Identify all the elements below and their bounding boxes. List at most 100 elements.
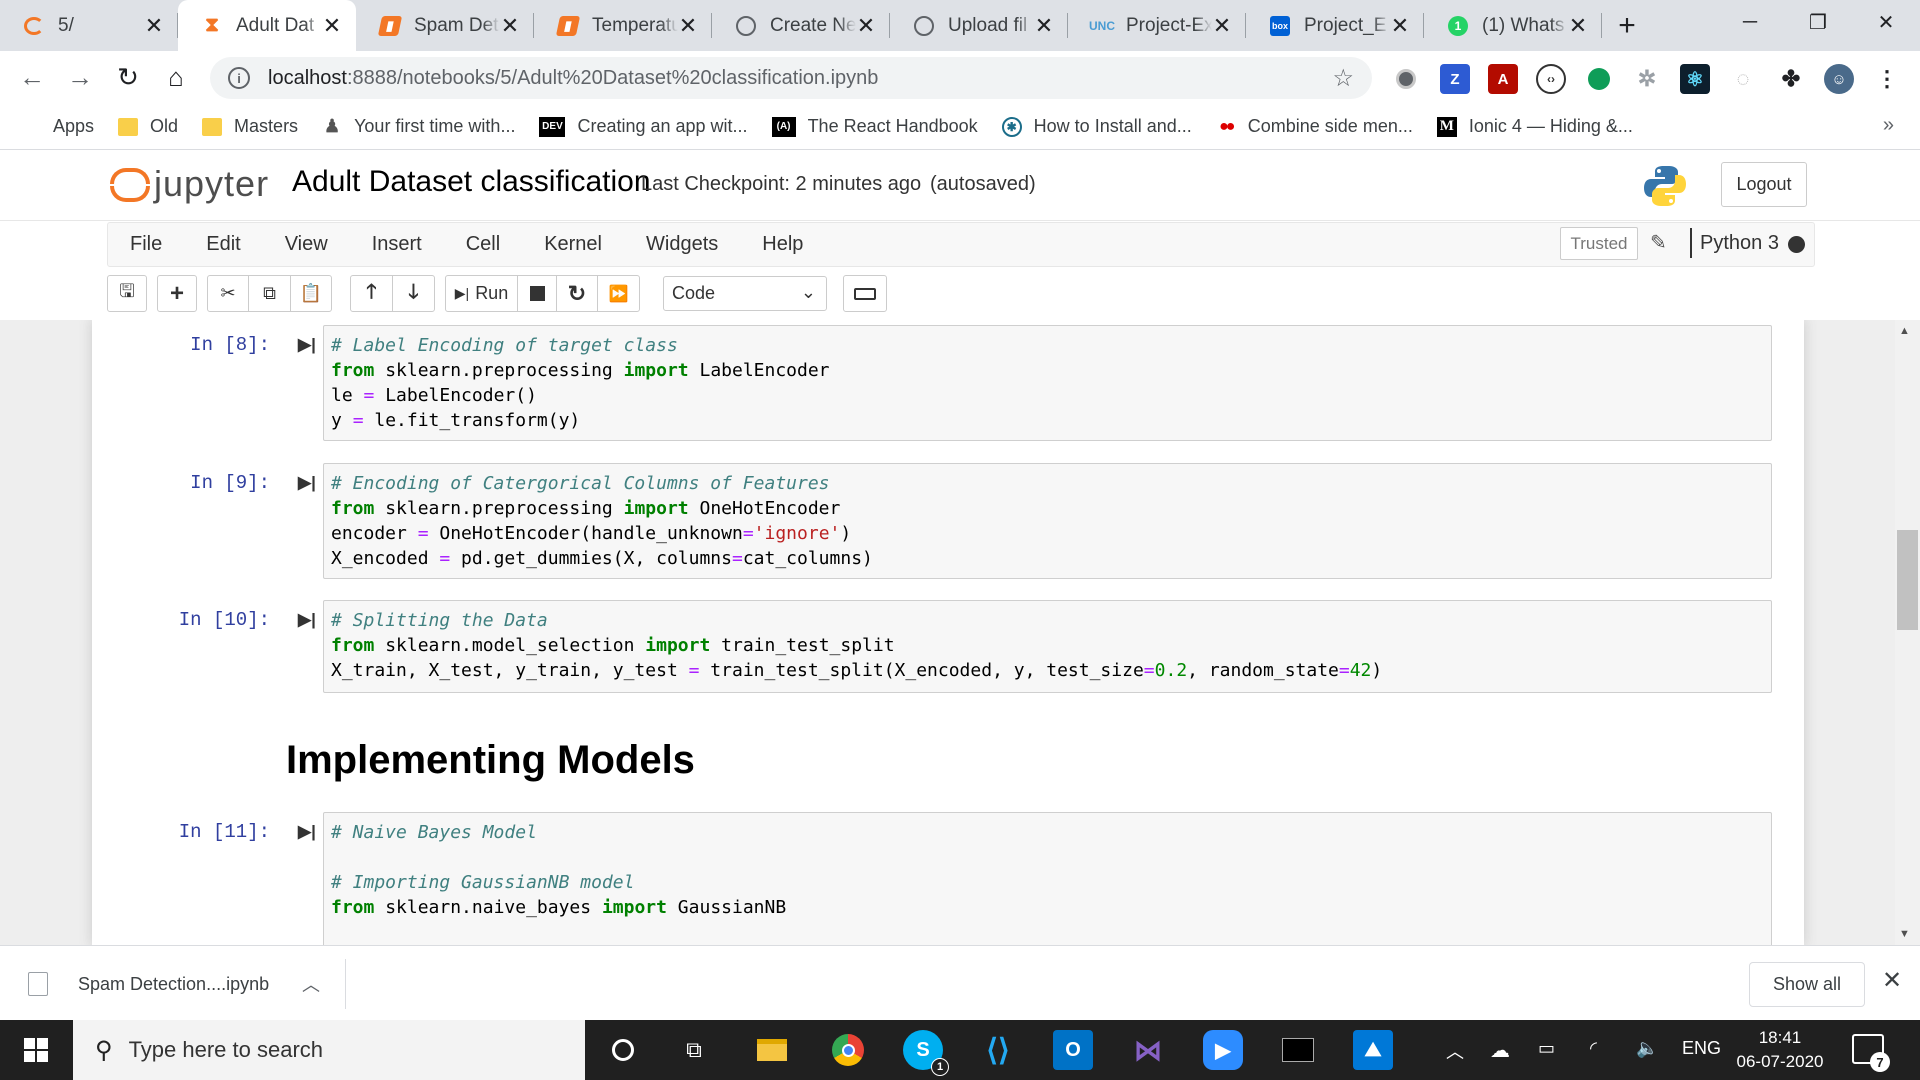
code-cell[interactable]: # Encoding of Catergorical Columns of Fe… — [323, 463, 1772, 579]
command-palette-button[interactable] — [843, 275, 887, 312]
react-devtools-icon[interactable]: ⚛ — [1680, 64, 1710, 94]
browser-tab[interactable]: ▮ Temperatu ✕ — [534, 0, 712, 51]
close-shelf-icon[interactable]: ✕ — [1882, 966, 1902, 995]
bookmark-star-icon[interactable]: ☆ — [1332, 64, 1354, 93]
bookmark-item[interactable]: DEV Creating an app wit... — [539, 116, 748, 137]
onedrive-icon[interactable]: ☁ — [1490, 1038, 1510, 1063]
interrupt-button[interactable] — [517, 275, 557, 312]
trusted-indicator[interactable]: Trusted — [1560, 227, 1638, 260]
bookmark-item[interactable]: ✱ How to Install and... — [1001, 116, 1192, 137]
close-tab-icon[interactable]: ✕ — [500, 13, 520, 39]
volume-icon[interactable]: 🔈 — [1636, 1038, 1658, 1059]
home-icon[interactable]: ⌂ — [152, 54, 200, 102]
jupyter-logo[interactable]: jupyter — [110, 163, 269, 205]
cell-type-select[interactable]: Code ⌄ — [663, 276, 827, 311]
task-view-icon[interactable]: ⧉ — [674, 1030, 714, 1070]
browser-tab[interactable]: Upload fil ✕ — [890, 0, 1068, 51]
wifi-icon[interactable]: ◜ — [1590, 1038, 1597, 1059]
close-tab-icon[interactable]: ✕ — [856, 13, 876, 39]
scroll-down-arrow-icon[interactable]: ▼ — [1899, 928, 1910, 940]
system-clock[interactable]: 18:41 06-07-2020 — [1730, 1026, 1830, 1074]
insert-cell-button[interactable]: + — [157, 275, 197, 312]
notification-center-icon[interactable]: 7 — [1852, 1034, 1890, 1072]
show-all-downloads-button[interactable]: Show all — [1749, 962, 1865, 1007]
acrobat-icon[interactable]: A — [1488, 64, 1518, 94]
menu-insert[interactable]: Insert — [372, 233, 422, 256]
collapse-toggle-icon[interactable]: ▶| — [298, 822, 316, 842]
forward-arrow-icon[interactable]: → — [56, 54, 104, 102]
code-cell[interactable]: # Label Encoding of target class from sk… — [323, 325, 1772, 441]
download-item[interactable]: Spam Detection....ipynb ︿ — [28, 960, 346, 1008]
puzzle-extensions-icon[interactable]: ✤ — [1776, 64, 1806, 94]
close-tab-icon[interactable]: ✕ — [1034, 13, 1054, 39]
close-tab-icon[interactable]: ✕ — [1212, 13, 1232, 39]
skype-icon[interactable]: S1 — [903, 1030, 949, 1076]
collapse-toggle-icon[interactable]: ▶| — [298, 335, 316, 355]
bookmark-folder-masters[interactable]: Masters — [202, 116, 298, 137]
close-tab-icon[interactable]: ✕ — [322, 13, 342, 39]
page-scrollbar[interactable] — [1895, 320, 1920, 945]
run-button[interactable]: ▶︎| Run — [445, 275, 518, 312]
restart-button[interactable]: ↻ — [556, 275, 598, 312]
browser-tab-active[interactable]: ⧗ Adult Dat ✕ — [178, 0, 356, 51]
notebook-name[interactable]: Adult Dataset classification — [292, 165, 651, 199]
browser-tab[interactable]: 1 (1) Whats ✕ — [1424, 0, 1602, 51]
file-explorer-icon[interactable] — [752, 1030, 792, 1070]
start-button[interactable] — [0, 1020, 72, 1080]
bookmark-item[interactable]: (A) The React Handbook — [771, 116, 978, 137]
gear-extension-icon[interactable]: ✲ — [1632, 64, 1662, 94]
cortana-icon[interactable] — [603, 1030, 643, 1070]
extension-circle-icon[interactable] — [1391, 64, 1421, 94]
close-tab-icon[interactable]: ✕ — [144, 13, 164, 39]
vscode-icon[interactable]: ⟨⟩ — [978, 1030, 1018, 1070]
language-indicator[interactable]: ENG — [1682, 1038, 1721, 1059]
browser-tab[interactable]: 5/ ✕ — [0, 0, 178, 51]
save-button[interactable]: 🖫 — [107, 275, 147, 312]
zotero-icon[interactable]: Z — [1440, 64, 1470, 94]
menu-kernel[interactable]: Kernel — [544, 233, 602, 256]
minimize-window-button[interactable]: ─ — [1716, 0, 1784, 45]
back-arrow-icon[interactable]: ← — [8, 54, 56, 102]
chevron-up-icon[interactable]: ︿ — [302, 971, 320, 997]
code-extension-icon[interactable]: ‹› — [1536, 64, 1566, 94]
close-tab-icon[interactable]: ✕ — [1390, 13, 1410, 39]
bookmark-item[interactable]: M Ionic 4 — Hiding &... — [1436, 116, 1633, 137]
restart-run-all-button[interactable]: ⏩ — [597, 275, 640, 312]
move-up-button[interactable]: 🡑 — [350, 275, 393, 312]
menu-help[interactable]: Help — [762, 233, 803, 256]
move-down-button[interactable]: 🡓 — [392, 275, 435, 312]
kernel-name[interactable]: Python 3 — [1690, 228, 1779, 258]
taskbar-search[interactable]: ⚲ Type here to search — [73, 1020, 585, 1080]
reload-icon[interactable]: ↻ — [104, 54, 152, 102]
bookmark-folder-old[interactable]: Old — [118, 116, 178, 137]
more-bookmarks-icon[interactable]: » — [1883, 114, 1894, 137]
visual-studio-icon[interactable]: ⋈ — [1128, 1030, 1168, 1070]
browser-tab[interactable]: Create Ne ✕ — [712, 0, 890, 51]
logout-button[interactable]: Logout — [1721, 162, 1807, 207]
browser-tab[interactable]: ▮ Spam Det ✕ — [356, 0, 534, 51]
collapse-toggle-icon[interactable]: ▶| — [298, 473, 316, 493]
address-bar[interactable]: i localhost:8888/notebooks/5/Adult%20Dat… — [210, 57, 1372, 99]
paste-button[interactable]: 📋 — [290, 275, 332, 312]
menu-edit[interactable]: Edit — [206, 233, 240, 256]
show-hidden-icons-icon[interactable]: ︿ — [1446, 1038, 1464, 1064]
close-window-button[interactable]: ✕ — [1852, 0, 1920, 45]
battery-icon[interactable]: ▭ — [1538, 1038, 1555, 1059]
menu-view[interactable]: View — [285, 233, 328, 256]
browser-tab[interactable]: box Project_E ✕ — [1246, 0, 1424, 51]
new-tab-button[interactable]: + — [1602, 0, 1652, 51]
code-cell[interactable]: # Naive Bayes Model # Importing Gaussian… — [323, 812, 1772, 945]
bookmark-apps[interactable]: Apps — [22, 116, 94, 137]
browser-menu-icon[interactable]: ⋮ — [1872, 64, 1902, 94]
cut-button[interactable]: ✂ — [207, 275, 249, 312]
restore-window-button[interactable]: ❐ — [1784, 0, 1852, 45]
site-info-icon[interactable]: i — [228, 67, 250, 89]
menu-cell[interactable]: Cell — [466, 233, 500, 256]
circle-extension-icon[interactable]: ◌ — [1728, 64, 1758, 94]
bookmark-item[interactable]: ●● Combine side men... — [1216, 116, 1413, 137]
close-tab-icon[interactable]: ✕ — [678, 13, 698, 39]
chrome-icon[interactable] — [828, 1030, 868, 1070]
green-dot-extension-icon[interactable] — [1584, 64, 1614, 94]
menu-file[interactable]: File — [130, 233, 162, 256]
menu-widgets[interactable]: Widgets — [646, 233, 718, 256]
